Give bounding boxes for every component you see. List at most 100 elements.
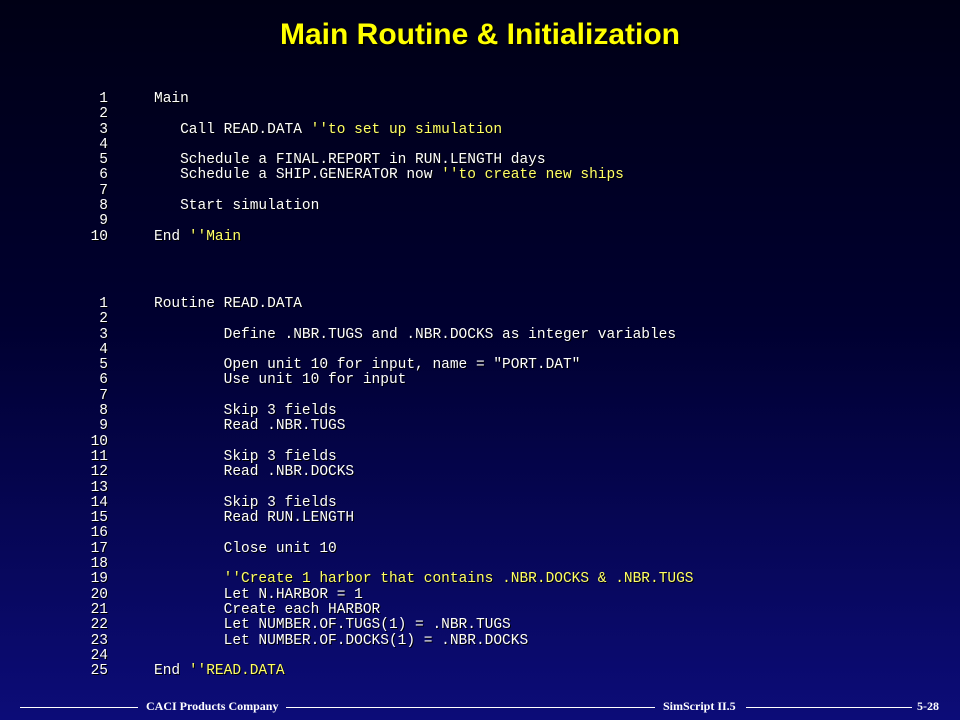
code-text: Open unit 10 for input, name = "PORT.DAT…: [154, 357, 581, 374]
line-number: 14: [90, 494, 108, 511]
line-number: 22: [90, 617, 108, 634]
code-line: 17 Close unit 10: [60, 541, 900, 557]
code-statement: End: [154, 663, 189, 680]
code-line: 8 Skip 3 fields: [60, 403, 900, 420]
line-number: 2: [99, 106, 108, 123]
code-text: Close unit 10: [154, 541, 337, 557]
code-statement: Skip 3 fields: [154, 448, 337, 465]
line-number: 4: [99, 136, 108, 153]
line-number: 12: [90, 464, 108, 481]
code-statement: Skip 3 fields: [154, 494, 337, 511]
line-number: 3: [99, 121, 108, 138]
code-line: 5 Open unit 10 for input, name = "PORT.D…: [60, 357, 900, 374]
code-statement: Read .NBR.TUGS: [154, 418, 346, 435]
line-number: 5: [99, 357, 108, 374]
code-line: 14 Skip 3 fields: [60, 494, 900, 511]
line-number: 4: [99, 341, 108, 358]
code-statement: Schedule a FINAL.REPORT in RUN.LENGTH da…: [154, 152, 546, 169]
footer-rule-right: [746, 707, 912, 708]
code-line: 13: [60, 480, 900, 496]
code-line: 2: [60, 106, 900, 123]
line-number: 23: [90, 632, 108, 649]
line-number: 7: [99, 387, 108, 404]
code-statement: Define .NBR.TUGS and .NBR.DOCKS as integ…: [154, 326, 677, 343]
line-number: 18: [90, 556, 108, 573]
code-comment: ''Main: [188, 228, 242, 245]
code-statement: Let N.HARBOR = 1: [154, 586, 363, 603]
code-statement: Let NUMBER.OF.DOCKS(1) = .NBR.DOCKS: [154, 632, 529, 649]
code-text: Start simulation: [154, 198, 320, 215]
code-text: Skip 3 fields: [154, 403, 337, 420]
line-number: 5: [99, 152, 108, 169]
code-statement: End: [154, 228, 189, 245]
code-statement: Open unit 10 for input, name = "PORT.DAT…: [154, 357, 581, 374]
line-number: 3: [99, 326, 108, 343]
code-statement: Routine READ.DATA: [154, 296, 302, 312]
code-text: Let NUMBER.OF.DOCKS(1) = .NBR.DOCKS: [154, 632, 529, 649]
code-text: Schedule a FINAL.REPORT in RUN.LENGTH da…: [154, 152, 546, 169]
code-text: Let NUMBER.OF.TUGS(1) = .NBR.TUGS: [154, 618, 511, 633]
footer-page-number: 5-28: [917, 699, 939, 713]
line-number: 2: [99, 311, 108, 328]
line-number: 6: [99, 167, 108, 184]
code-line: 24: [60, 648, 900, 664]
line-number: 11: [90, 448, 108, 465]
line-number: 15: [90, 510, 108, 527]
code-statement: Skip 3 fields: [154, 403, 337, 420]
code-text: Let N.HARBOR = 1: [154, 586, 363, 603]
footer-rule-left: [20, 707, 138, 708]
code-text: Schedule a SHIP.GENERATOR now ''to creat…: [154, 168, 624, 183]
code-statement: Use unit 10 for input: [154, 372, 407, 389]
code-line: 23 Let NUMBER.OF.DOCKS(1) = .NBR.DOCKS: [60, 632, 900, 649]
code-text: Use unit 10 for input: [154, 372, 407, 389]
code-line: 6 Schedule a SHIP.GENERATOR now ''to cre…: [60, 167, 900, 184]
code-statement: Read .NBR.DOCKS: [154, 464, 355, 481]
code-line: 22 Let NUMBER.OF.TUGS(1) = .NBR.TUGS: [60, 617, 900, 634]
code-text: Read .NBR.TUGS: [154, 418, 346, 435]
code-line: 12 Read .NBR.DOCKS: [60, 464, 900, 481]
code-line: 15 Read RUN.LENGTH: [60, 510, 900, 527]
footer-company: CACI Products Company: [146, 699, 279, 713]
line-number: 10: [90, 433, 108, 450]
code-statement: Read RUN.LENGTH: [154, 510, 355, 527]
code-line: 8 Start simulation: [60, 198, 900, 215]
code-statement: Start simulation: [154, 198, 320, 215]
code-line: 4: [60, 136, 900, 153]
code-line: 7: [60, 182, 900, 199]
code-line: 25 End ''READ.DATA: [60, 663, 900, 680]
code-comment: ''Create 1 harbor that contains .NBR.DOC…: [223, 571, 694, 588]
code-line: 21 Create each HARBOR: [60, 602, 900, 618]
code-text: Call READ.DATA ''to set up simulation: [154, 121, 502, 138]
line-number: 19: [90, 571, 108, 588]
code-line: 1 Main: [60, 91, 900, 107]
code-line: 9 Read .NBR.TUGS: [60, 418, 900, 435]
code-text: End ''READ.DATA: [154, 663, 285, 680]
code-statement: Schedule a SHIP.GENERATOR now: [154, 167, 442, 184]
code-text: Create each HARBOR: [154, 602, 381, 618]
slide-footer: CACI Products Company SimScript II.5 5-2…: [0, 699, 960, 715]
main-routine-listing: 1 Main 2 3 Call READ.DATA ''to set up simul…: [60, 91, 900, 245]
footer-rule-middle: [286, 707, 655, 708]
line-number: 16: [90, 525, 108, 542]
code-line: 5 Schedule a FINAL.REPORT in RUN.LENGTH …: [60, 152, 900, 169]
code-line: 16: [60, 525, 900, 542]
line-number: 20: [90, 586, 108, 603]
slide-title: Main Routine & Initialization: [280, 18, 680, 51]
code-line: 3 Call READ.DATA ''to set up simulation: [60, 121, 900, 138]
code-line: 20 Let N.HARBOR = 1: [60, 586, 900, 603]
code-line: 11 Skip 3 fields: [60, 448, 900, 465]
line-number: 9: [99, 213, 108, 230]
code-line: 2: [60, 311, 900, 328]
code-line: 9: [60, 213, 900, 230]
line-number: 8: [99, 198, 108, 215]
line-number: 7: [99, 182, 108, 199]
code-line: 6 Use unit 10 for input: [60, 372, 900, 389]
code-statement: Main: [154, 91, 189, 107]
code-line: 4: [60, 341, 900, 358]
line-number: 9: [99, 418, 108, 435]
code-statement: Call READ.DATA: [154, 121, 311, 138]
code-text: End ''Main: [154, 228, 242, 245]
code-line: 10 End ''Main: [60, 228, 900, 245]
line-number: 1: [99, 91, 108, 107]
code-comment: ''READ.DATA: [188, 663, 285, 680]
